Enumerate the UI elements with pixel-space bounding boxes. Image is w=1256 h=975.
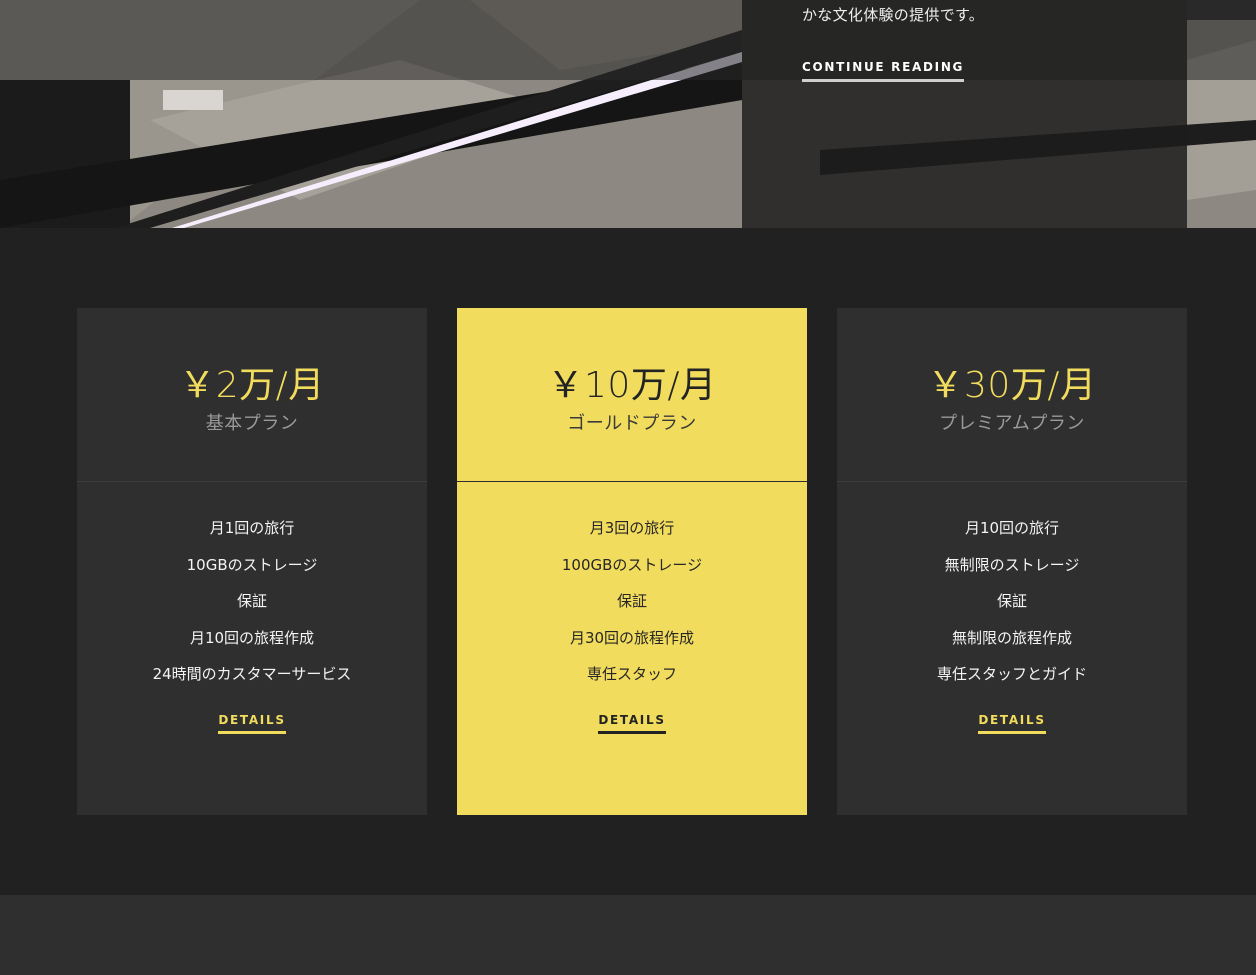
plan-feature: 保証 xyxy=(996,592,1027,610)
plan-feature: 月10回の旅程作成 xyxy=(189,628,315,647)
details-button-premium[interactable]: DETAILS xyxy=(978,713,1046,734)
plan-name: ゴールドプラン xyxy=(567,413,697,434)
plan-feature: 月10回の旅行 xyxy=(964,519,1060,537)
details-button-basic[interactable]: DETAILS xyxy=(218,713,286,734)
hero-excerpt: かな文化体験の提供です。 xyxy=(802,6,985,24)
plan-feature: 月30回の旅程作成 xyxy=(569,628,695,647)
pricing-card-basic: ￥2万/月 基本プラン 月1回の旅行 10GBのストレージ 保証 月10回の旅程… xyxy=(77,308,427,815)
hero-section: かな文化体験の提供です。 CONTINUE READING xyxy=(0,0,1256,228)
plan-feature-list: 月10回の旅行 無制限のストレージ 保証 無制限の旅程作成 専任スタッフとガイド xyxy=(837,482,1187,701)
plan-feature: 専任スタッフ xyxy=(586,665,677,683)
plan-feature: 保証 xyxy=(236,592,267,610)
pricing-card-gold: ￥10万/月 ゴールドプラン 月3回の旅行 100GBのストレージ 保証 月30… xyxy=(457,308,807,815)
pricing-card-header: ￥2万/月 基本プラン xyxy=(77,308,427,482)
hero-text-panel xyxy=(742,0,1187,228)
plan-feature: 月1回の旅行 xyxy=(209,519,295,537)
plan-feature: 専任スタッフとガイド xyxy=(936,665,1087,683)
continue-reading-link[interactable]: CONTINUE READING xyxy=(802,60,965,82)
pricing-section: ￥2万/月 基本プラン 月1回の旅行 10GBのストレージ 保証 月10回の旅程… xyxy=(0,228,1256,895)
plan-feature: 無制限のストレージ xyxy=(944,555,1080,574)
plan-feature-list: 月1回の旅行 10GBのストレージ 保証 月10回の旅程作成 24時間のカスタマ… xyxy=(77,482,427,701)
plan-feature: 保証 xyxy=(616,592,647,610)
plan-feature: 24時間のカスタマーサービス xyxy=(152,665,352,683)
plan-price: ￥10万/月 xyxy=(547,365,717,406)
plan-feature: 無制限の旅程作成 xyxy=(951,628,1072,647)
details-button-gold[interactable]: DETAILS xyxy=(598,713,666,734)
plan-name: 基本プラン xyxy=(205,413,299,434)
plan-feature: 月3回の旅行 xyxy=(589,519,675,537)
plan-feature-list: 月3回の旅行 100GBのストレージ 保証 月30回の旅程作成 専任スタッフ xyxy=(457,482,807,701)
pricing-card-header: ￥10万/月 ゴールドプラン xyxy=(457,308,807,482)
pricing-card-premium: ￥30万/月 プレミアムプラン 月10回の旅行 無制限のストレージ 保証 無制限… xyxy=(837,308,1187,815)
pricing-card-header: ￥30万/月 プレミアムプラン xyxy=(837,308,1187,482)
next-section xyxy=(0,895,1256,975)
plan-price: ￥2万/月 xyxy=(179,365,325,406)
plan-feature: 10GBのストレージ xyxy=(186,555,318,574)
plan-price: ￥30万/月 xyxy=(927,365,1097,406)
plan-name: プレミアムプラン xyxy=(939,413,1085,434)
plan-feature: 100GBのストレージ xyxy=(561,555,703,574)
